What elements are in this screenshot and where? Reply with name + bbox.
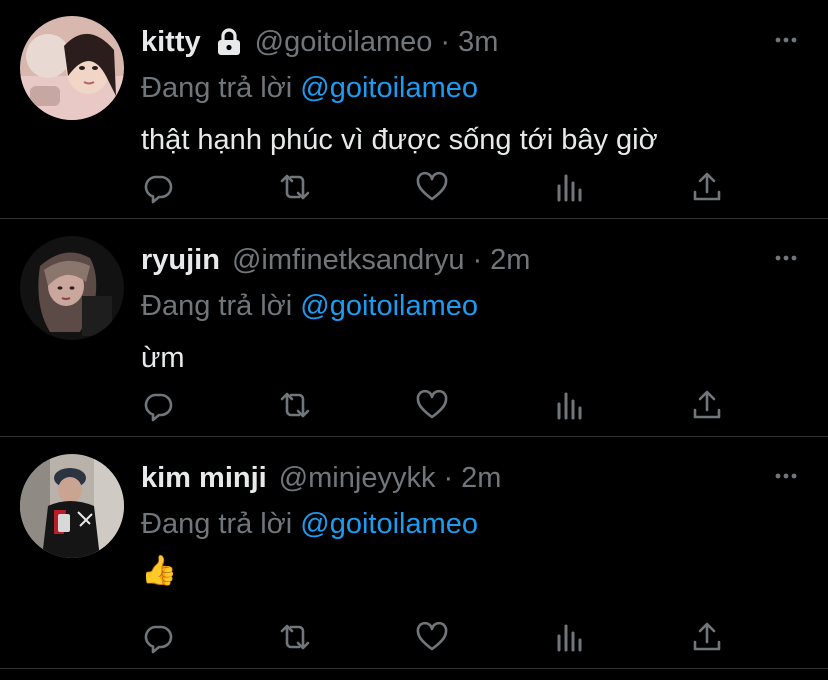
retweet-icon[interactable] [278, 620, 312, 654]
user-handle[interactable]: @minjeyykk [279, 462, 436, 495]
tweet-text: thật hạnh phúc vì được sống tới bây giờ [141, 124, 658, 156]
timestamp[interactable]: 3m [458, 26, 498, 59]
tweet-text: 👍 [141, 555, 178, 587]
like-icon[interactable] [415, 388, 449, 422]
user-handle[interactable]: @imfinetksandryu [232, 244, 465, 277]
tweet-text: ừm [141, 342, 185, 374]
tweet-divider [0, 218, 828, 219]
tweet[interactable]: kitty @goitoilameo · 3m Đang trả lời @go… [0, 16, 828, 220]
tweet-divider [0, 668, 828, 669]
user-handle[interactable]: @goitoilameo [255, 26, 433, 59]
action-bar [0, 388, 828, 424]
replying-to: Đang trả lời @goitoilameo [141, 290, 478, 323]
replying-to: Đang trả lời @goitoilameo [141, 508, 478, 541]
display-name[interactable]: kitty [141, 26, 201, 59]
action-bar [0, 170, 828, 206]
views-icon[interactable] [553, 620, 587, 654]
timestamp[interactable]: 2m [490, 244, 530, 277]
share-icon[interactable] [690, 620, 724, 654]
reply-mention-link[interactable]: @goitoilameo [300, 508, 478, 540]
tweet[interactable]: kim minji @minjeyykk · 2m Đang trả lời @… [0, 454, 828, 666]
views-icon[interactable] [553, 388, 587, 422]
more-icon[interactable] [774, 466, 798, 486]
reply-icon[interactable] [141, 620, 175, 654]
share-icon[interactable] [690, 388, 724, 422]
views-icon[interactable] [553, 170, 587, 204]
more-icon[interactable] [774, 248, 798, 268]
avatar-photo [20, 454, 124, 558]
tweet-header: ryujin @imfinetksandryu · 2m [141, 238, 530, 282]
share-icon[interactable] [690, 170, 724, 204]
replying-to: Đang trả lời @goitoilameo [141, 72, 478, 105]
avatar[interactable] [20, 16, 124, 120]
reply-mention-link[interactable]: @goitoilameo [300, 72, 478, 104]
avatar[interactable] [20, 236, 124, 340]
replying-label: Đang trả lời [141, 290, 293, 322]
retweet-icon[interactable] [278, 388, 312, 422]
reply-icon[interactable] [141, 388, 175, 422]
reply-feed: kitty @goitoilameo · 3m Đang trả lời @go… [0, 0, 828, 680]
display-name[interactable]: ryujin [141, 244, 220, 277]
display-name[interactable]: kim minji [141, 462, 267, 495]
timestamp[interactable]: 2m [461, 462, 501, 495]
tweet-header: kim minji @minjeyykk · 2m [141, 456, 501, 500]
like-icon[interactable] [415, 620, 449, 654]
retweet-icon[interactable] [278, 170, 312, 204]
lock-icon [215, 27, 243, 57]
separator-dot: · [443, 461, 454, 494]
tweet[interactable]: ryujin @imfinetksandryu · 2m Đang trả lờ… [0, 236, 828, 438]
replying-label: Đang trả lời [141, 72, 293, 104]
tweet-header: kitty @goitoilameo · 3m [141, 20, 498, 64]
reply-mention-link[interactable]: @goitoilameo [300, 290, 478, 322]
separator-dot: · [472, 243, 483, 276]
tweet-divider [0, 436, 828, 437]
replying-label: Đang trả lời [141, 508, 293, 540]
avatar[interactable] [20, 454, 124, 558]
avatar-photo [20, 236, 124, 340]
action-bar [0, 620, 828, 656]
like-icon[interactable] [415, 170, 449, 204]
avatar-photo [20, 16, 124, 120]
separator-dot: · [440, 25, 451, 58]
reply-icon[interactable] [141, 170, 175, 204]
more-icon[interactable] [774, 30, 798, 50]
